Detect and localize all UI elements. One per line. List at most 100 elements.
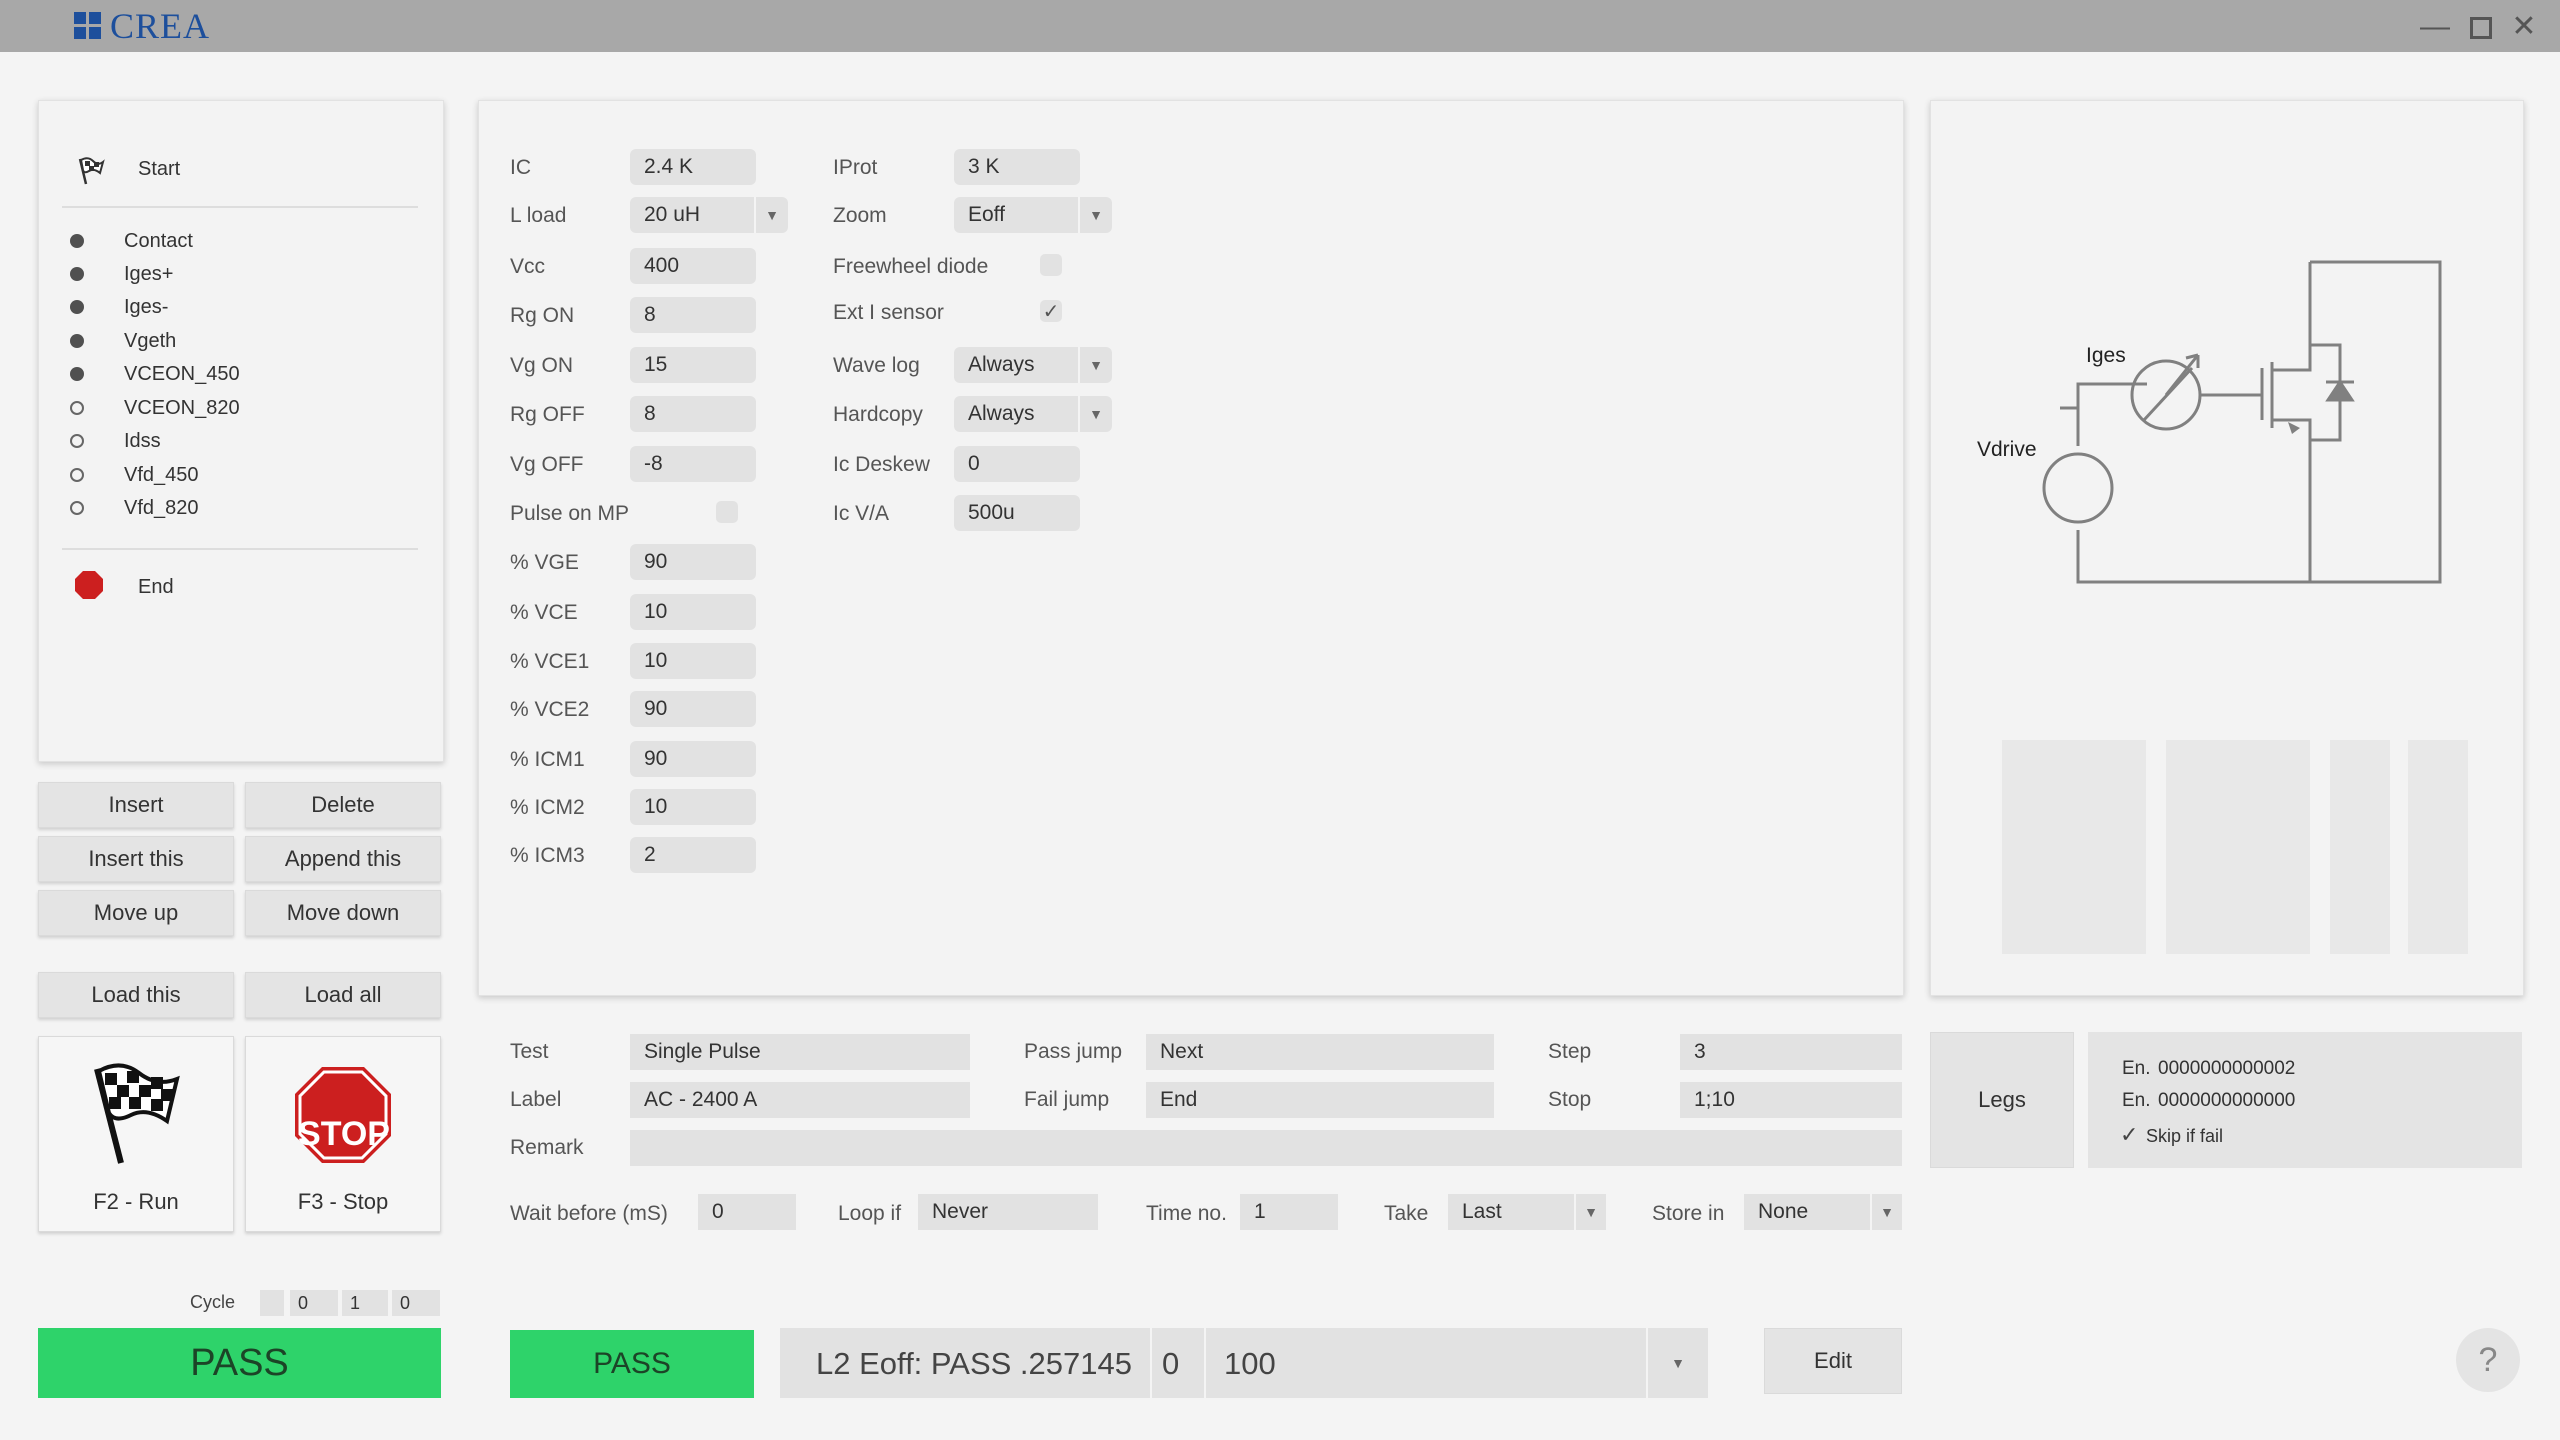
edit-button[interactable]: Edit: [1764, 1328, 1902, 1394]
append-this-button[interactable]: Append this: [245, 836, 441, 882]
list-item[interactable]: VCEON_820: [70, 393, 240, 423]
time-no-field[interactable]: 1: [1240, 1194, 1338, 1230]
param-select[interactable]: Always ▼: [954, 396, 1112, 432]
status-dot-empty-icon: [70, 501, 84, 515]
param-select[interactable]: Always ▼: [954, 347, 1112, 383]
delete-button[interactable]: Delete: [245, 782, 441, 828]
store-in-label: Store in: [1652, 1202, 1725, 1225]
step-start[interactable]: Start: [138, 158, 180, 181]
list-item[interactable]: Vfd_450: [70, 460, 199, 490]
step-end[interactable]: End: [138, 576, 174, 599]
pass-jump-field[interactable]: Next: [1146, 1034, 1494, 1070]
chevron-down-icon: ▼: [1870, 1194, 1902, 1230]
param-label: % ICM3: [510, 844, 585, 867]
divider: [1646, 1328, 1648, 1398]
list-item[interactable]: Idss: [70, 426, 161, 456]
checkbox[interactable]: [716, 501, 738, 523]
list-item[interactable]: VCEON_450: [70, 359, 240, 389]
param-input[interactable]: 400: [630, 248, 756, 284]
param-label: IProt: [833, 156, 878, 179]
skip-if-fail-label: Skip if fail: [2146, 1126, 2224, 1146]
step-field[interactable]: 3: [1680, 1034, 1902, 1070]
param-select[interactable]: Eoff ▼: [954, 197, 1112, 233]
pass-jump-label: Pass jump: [1024, 1040, 1123, 1063]
param-input[interactable]: 15: [630, 347, 756, 383]
store-in-select[interactable]: None ▼: [1744, 1194, 1902, 1230]
fail-jump-label: Fail jump: [1024, 1088, 1110, 1111]
param-label: IC: [510, 156, 531, 179]
param-input[interactable]: 0: [954, 446, 1080, 482]
loop-if-field[interactable]: Never: [918, 1194, 1098, 1230]
divider: [62, 548, 418, 550]
label-label: Label: [510, 1088, 562, 1111]
minimize-icon[interactable]: ―: [2418, 10, 2452, 44]
maximize-icon[interactable]: [2464, 10, 2498, 44]
list-item[interactable]: Contact: [70, 226, 193, 256]
param-input[interactable]: 90: [630, 544, 756, 580]
close-icon[interactable]: ✕: [2507, 10, 2541, 44]
param-input[interactable]: -8: [630, 446, 756, 482]
param-input[interactable]: 90: [630, 691, 756, 727]
param-label: Wave log: [833, 354, 920, 377]
param-input[interactable]: 2: [630, 837, 756, 873]
checkmark-icon[interactable]: ✓: [2120, 1122, 2138, 1148]
status-field[interactable]: 100: [1224, 1346, 1276, 1382]
fail-jump-field[interactable]: End: [1146, 1082, 1494, 1118]
param-label: Ic Deskew: [833, 453, 930, 476]
param-input[interactable]: 10: [630, 594, 756, 630]
help-button[interactable]: ?: [2456, 1328, 2520, 1392]
list-item[interactable]: Vfd_820: [70, 493, 199, 523]
move-up-button[interactable]: Move up: [38, 890, 234, 936]
status-dot-empty-icon: [70, 434, 84, 448]
run-button[interactable]: F2 - Run: [38, 1036, 234, 1232]
param-input[interactable]: 3 K: [954, 149, 1080, 185]
remark-field[interactable]: [630, 1130, 1902, 1166]
load-all-button[interactable]: Load all: [245, 972, 441, 1018]
load-this-button[interactable]: Load this: [38, 972, 234, 1018]
param-label: % VCE2: [510, 698, 590, 721]
move-down-button[interactable]: Move down: [245, 890, 441, 936]
param-select[interactable]: 20 uH ▼: [630, 197, 788, 233]
chevron-down-icon: ▼: [1078, 396, 1112, 432]
placeholder-block: [2002, 740, 2146, 954]
test-field[interactable]: Single Pulse: [630, 1034, 970, 1070]
checkbox[interactable]: [1040, 254, 1062, 276]
param-input[interactable]: 10: [630, 789, 756, 825]
stop-label: Stop: [1548, 1088, 1592, 1111]
param-input[interactable]: 500u: [954, 495, 1080, 531]
en-value: 0000000000000: [2158, 1090, 2296, 1111]
list-item[interactable]: Vgeth: [70, 326, 176, 356]
placeholder-block: [2330, 740, 2390, 954]
param-input[interactable]: 90: [630, 741, 756, 777]
stop-octagon-icon: [74, 570, 104, 600]
divider: [1204, 1328, 1206, 1398]
status-field: 0: [1162, 1346, 1180, 1381]
divider: [62, 206, 418, 208]
step-label: Step: [1548, 1040, 1592, 1063]
stop-field[interactable]: 1;10: [1680, 1082, 1902, 1118]
param-label: Hardcopy: [833, 403, 923, 426]
param-label: % ICM1: [510, 748, 585, 771]
list-item[interactable]: Iges+: [70, 259, 173, 289]
list-item[interactable]: Iges-: [70, 292, 168, 322]
chevron-down-icon[interactable]: ▼: [1650, 1346, 1706, 1380]
insert-this-button[interactable]: Insert this: [38, 836, 234, 882]
label-field[interactable]: AC - 2400 A: [630, 1082, 970, 1118]
chevron-down-icon: ▼: [754, 197, 788, 233]
remark-label: Remark: [510, 1136, 584, 1159]
insert-button[interactable]: Insert: [38, 782, 234, 828]
param-input[interactable]: 8: [630, 396, 756, 432]
placeholder-block: [2408, 740, 2468, 954]
param-label: % VCE1: [510, 650, 590, 673]
take-select[interactable]: Last ▼: [1448, 1194, 1606, 1230]
param-input[interactable]: 2.4 K: [630, 149, 756, 185]
param-input[interactable]: 8: [630, 297, 756, 333]
param-label: Zoom: [833, 204, 887, 227]
stop-button[interactable]: STOP F3 - Stop: [245, 1036, 441, 1232]
checkbox-checked[interactable]: ✓: [1040, 300, 1062, 323]
legs-button[interactable]: Legs: [1930, 1032, 2074, 1168]
param-input[interactable]: 10: [630, 643, 756, 679]
crea-logo: CREA: [74, 6, 210, 46]
wait-before-field[interactable]: 0: [698, 1194, 796, 1230]
chevron-down-icon: ▼: [1078, 197, 1112, 233]
